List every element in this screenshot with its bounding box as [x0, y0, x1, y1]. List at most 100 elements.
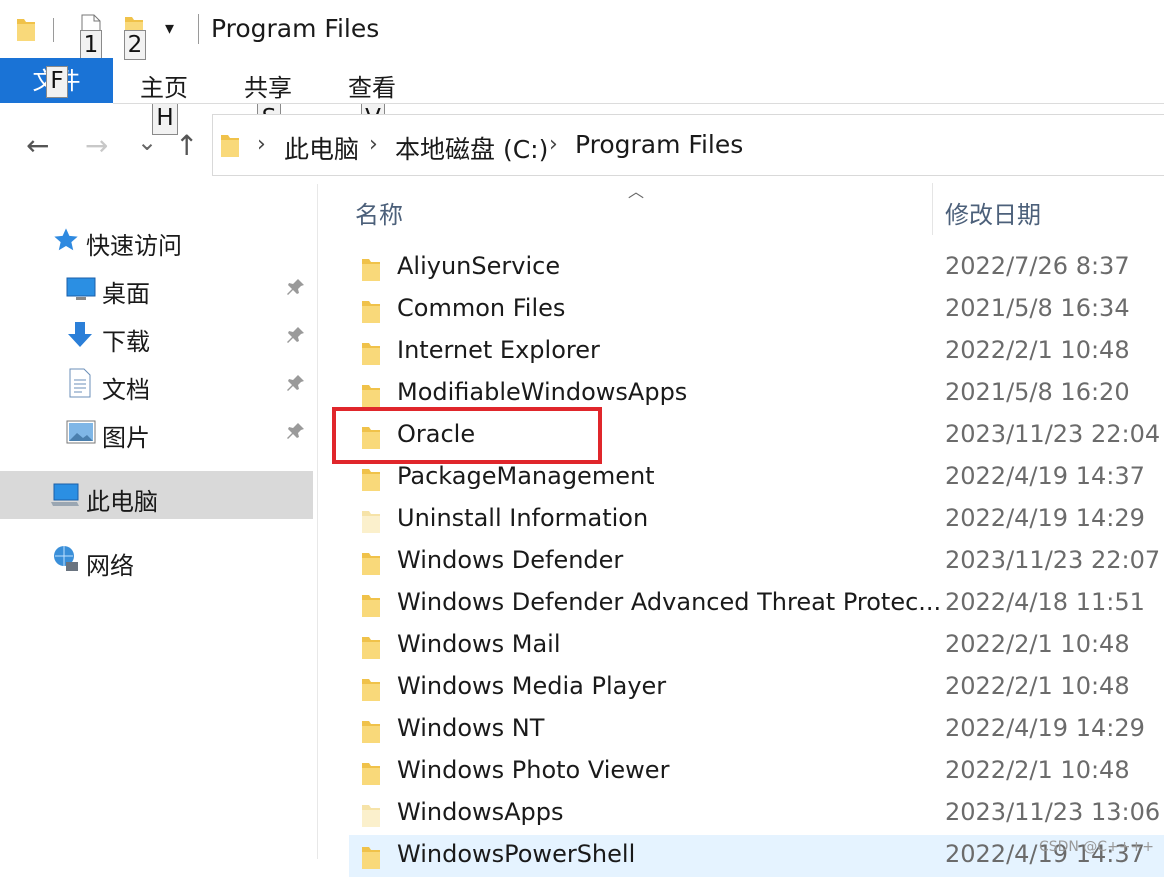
file-row[interactable]: AliyunService 2022/7/26 8:37 [349, 247, 1164, 289]
file-row[interactable]: WindowsApps 2023/11/23 13:06 [349, 793, 1164, 835]
sidebar-item-this-pc[interactable]: 此电脑 [86, 482, 158, 517]
file-name: Windows Defender Advanced Threat Protec.… [397, 588, 942, 616]
file-name: Windows Media Player [397, 672, 667, 700]
qat-dropdown-icon[interactable]: ▾ [165, 18, 174, 39]
folder-icon [361, 634, 381, 660]
file-date: 2022/2/1 10:48 [945, 336, 1130, 364]
folder-icon [361, 550, 381, 576]
pin-icon[interactable] [286, 277, 306, 302]
file-row[interactable]: Windows Media Player 2022/2/1 10:48 [349, 667, 1164, 709]
recent-locations-button[interactable]: ⌄ [137, 128, 157, 156]
file-row[interactable]: Windows Defender 2023/11/23 22:07 [349, 541, 1164, 583]
breadcrumb-program-files[interactable]: Program Files [575, 130, 743, 159]
pictures-icon [66, 420, 96, 448]
file-name: PackageManagement [397, 462, 655, 490]
file-row[interactable]: Windows NT 2022/4/19 14:29 [349, 709, 1164, 751]
tab-view[interactable]: 查看 [348, 68, 396, 103]
file-name: ModifiableWindowsApps [397, 378, 688, 406]
folder-icon [361, 508, 381, 534]
file-date: 2022/4/19 14:29 [945, 714, 1145, 742]
folder-icon [361, 340, 381, 366]
tab-share[interactable]: 共享 [244, 68, 292, 103]
file-date: 2023/11/23 22:04 [945, 420, 1161, 448]
file-name: AliyunService [397, 252, 561, 280]
pin-icon[interactable] [286, 325, 306, 350]
file-name: Uninstall Information [397, 504, 649, 532]
file-name: Windows Mail [397, 630, 561, 658]
window-title: Program Files [211, 14, 380, 43]
up-button[interactable]: ↑ [175, 132, 198, 160]
file-date: 2023/11/23 22:07 [945, 546, 1161, 574]
folder-icon [361, 466, 381, 492]
folder-icon [361, 382, 381, 408]
file-date: 2022/4/19 14:37 [945, 462, 1145, 490]
folder-icon [361, 802, 381, 828]
folder-icon [361, 298, 381, 324]
pane-divider [317, 184, 318, 859]
breadcrumb-chevron-icon[interactable]: › [257, 132, 266, 157]
breadcrumb-chevron-icon[interactable]: › [369, 132, 378, 157]
file-row[interactable]: Windows Photo Viewer 2022/2/1 10:48 [349, 751, 1164, 793]
sidebar-item-documents[interactable]: 文档 [102, 370, 150, 405]
file-name: WindowsPowerShell [397, 840, 636, 868]
file-name: Internet Explorer [397, 336, 600, 364]
desktop-icon [66, 276, 96, 306]
file-date: 2021/5/8 16:20 [945, 378, 1130, 406]
sidebar-item-downloads[interactable]: 下载 [102, 322, 150, 357]
ribbon-divider [113, 103, 1164, 104]
title-separator [198, 14, 199, 44]
download-icon [66, 320, 94, 354]
folder-icon [361, 718, 381, 744]
file-date: 2022/2/1 10:48 [945, 756, 1130, 784]
file-row[interactable]: Uninstall Information 2022/4/19 14:29 [349, 499, 1164, 541]
folder-icon [361, 844, 381, 870]
file-row[interactable]: Common Files 2021/5/8 16:34 [349, 289, 1164, 331]
qat-folder-icon[interactable] [16, 16, 36, 46]
file-name: WindowsApps [397, 798, 564, 826]
file-date: 2022/4/19 14:29 [945, 504, 1145, 532]
folder-icon [361, 760, 381, 786]
breadcrumb-this-pc[interactable]: 此电脑 [284, 130, 359, 166]
breadcrumb-chevron-icon[interactable]: › [549, 132, 558, 157]
folder-icon [361, 256, 381, 282]
file-name: Windows Defender [397, 546, 624, 574]
back-button[interactable]: ← [26, 132, 49, 160]
file-row[interactable]: Windows Defender Advanced Threat Protec.… [349, 583, 1164, 625]
pin-icon[interactable] [286, 421, 306, 446]
sidebar-item-pictures[interactable]: 图片 [102, 418, 150, 453]
pin-icon[interactable] [286, 373, 306, 398]
file-name: Windows NT [397, 714, 545, 742]
qat-separator [53, 18, 54, 42]
address-folder-icon [220, 132, 240, 162]
file-date: 2023/11/23 13:06 [945, 798, 1161, 826]
folder-icon [361, 676, 381, 702]
file-date: 2022/7/26 8:37 [945, 252, 1130, 280]
sort-caret-icon: ︿ [628, 182, 645, 201]
tab-home[interactable]: 主页 [140, 68, 188, 103]
forward-button[interactable]: → [85, 132, 108, 160]
this-pc-icon [50, 482, 80, 512]
sidebar-item-network[interactable]: 网络 [86, 546, 134, 581]
breadcrumb-local-disk[interactable]: 本地磁盘 (C:) [395, 130, 548, 166]
watermark: CSDN @C++++ [1038, 839, 1154, 855]
file-date: 2022/2/1 10:48 [945, 630, 1130, 658]
document-icon [68, 368, 92, 402]
column-header-date[interactable]: 修改日期 [945, 195, 1041, 230]
file-row[interactable]: Internet Explorer 2022/2/1 10:48 [349, 331, 1164, 373]
file-row[interactable]: Windows Mail 2022/2/1 10:48 [349, 625, 1164, 667]
file-name: Common Files [397, 294, 566, 322]
qat-keytip-1: 1 [80, 30, 102, 60]
folder-icon [361, 592, 381, 618]
column-separator[interactable] [932, 183, 933, 235]
column-header-name[interactable]: 名称 [355, 195, 403, 230]
tab-file-keytip: F [46, 66, 68, 98]
network-icon [50, 544, 80, 578]
oracle-highlight-box [332, 407, 602, 464]
quick-access-star-icon [52, 226, 80, 258]
sidebar-item-desktop[interactable]: 桌面 [102, 274, 150, 309]
sidebar-quick-access[interactable]: 快速访问 [86, 226, 182, 261]
file-name: Windows Photo Viewer [397, 756, 670, 784]
file-date: 2021/5/8 16:34 [945, 294, 1130, 322]
qat-keytip-2: 2 [124, 30, 146, 60]
file-date: 2022/4/18 11:51 [945, 588, 1145, 616]
